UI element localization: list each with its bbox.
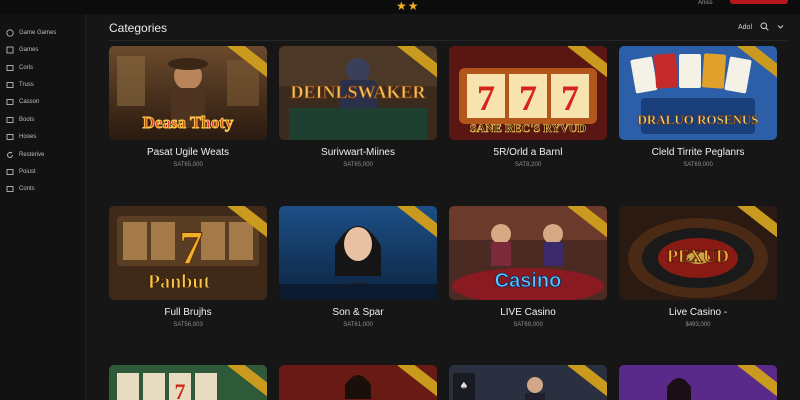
box-icon [6, 81, 14, 89]
page-title: Categories [109, 21, 168, 35]
game-card[interactable]: Son & Spar SAT61,000 [279, 206, 437, 328]
svg-text:7: 7 [175, 379, 186, 400]
sidebar-item-label: Resterive [19, 152, 45, 158]
box-icon [6, 64, 14, 72]
sidebar-item-corls[interactable]: Corls [6, 61, 33, 75]
game-thumbnail: Deasa Thoty [109, 46, 267, 140]
game-card[interactable] [619, 365, 777, 400]
sidebar-item-label: Conts [19, 186, 35, 192]
box-icon [6, 133, 14, 141]
sidebar-item-label: Casson [19, 99, 40, 105]
game-thumbnail [619, 365, 777, 400]
svg-text:7: 7 [519, 78, 537, 118]
game-card[interactable]: Deasa Thoty Pasat Ugile Weats SAT65,000 [109, 46, 267, 168]
game-price: $493,000 [685, 322, 711, 328]
game-card[interactable]: ♠ [449, 365, 607, 400]
game-price: SAT56,003 [173, 322, 203, 328]
svg-text:♠: ♠ [460, 381, 469, 392]
sidebar-item-conts[interactable]: Conts [6, 182, 35, 196]
sidebar-item-label: Boots [19, 117, 35, 123]
game-art-title: Casino [495, 270, 562, 292]
sidebar-item-label: Game Games [19, 30, 57, 36]
sidebar-item-truss[interactable]: Truss [6, 78, 34, 92]
game-price: SAT69,000 [513, 322, 543, 328]
game-thumbnail: Casino [449, 206, 607, 300]
sort-select-label: Adol [738, 24, 753, 31]
circle-check-icon [6, 29, 14, 37]
sidebar-item-casson[interactable]: Casson [6, 95, 39, 109]
game-title: Pasat Ugile Weats [146, 147, 230, 158]
account-link[interactable]: Aniss [698, 0, 713, 6]
box-icon [6, 168, 14, 176]
header-action-button[interactable] [730, 0, 788, 4]
sidebar-item-boots[interactable]: Boots [6, 113, 34, 127]
top-bar: ★★ Aniss [0, 0, 800, 14]
game-title: LIVE Casino [500, 307, 556, 318]
game-thumbnail: DRALUO ROSENUS [619, 46, 777, 140]
sidebar-item-label: Corls [19, 65, 34, 71]
game-card[interactable]: DEINLSWAKER Surivwart-Miines SAT65,000 [279, 46, 437, 168]
game-thumbnail: PEXUD [619, 206, 777, 300]
sidebar-item-game-games[interactable]: Game Games [6, 26, 56, 40]
chevron-down-icon[interactable] [777, 23, 784, 32]
game-title: Live Casino - [668, 307, 728, 318]
box-icon [6, 185, 14, 193]
box-icon [6, 98, 14, 106]
game-thumbnail [279, 365, 437, 400]
rating-stars-icon: ★★ [396, 0, 420, 13]
sidebar-item-label: Truss [19, 82, 34, 88]
game-title: Son & Spar [332, 307, 384, 318]
sidebar-item-label: Poiust [19, 169, 36, 175]
box-icon [6, 116, 14, 124]
game-thumbnail: 7 Panbut [109, 206, 267, 300]
game-price: SAT8,200 [514, 162, 542, 168]
sidebar-item-poiust[interactable]: Poiust [6, 165, 36, 179]
sort-select[interactable]: Adol [738, 24, 752, 31]
game-card[interactable]: PEXUD Live Casino - $493,000 [619, 206, 777, 328]
search-icon[interactable] [760, 22, 769, 33]
game-thumbnail: DEINLSWAKER [279, 46, 437, 140]
game-card[interactable] [279, 365, 437, 400]
game-title: Full Brujhs [164, 307, 212, 318]
svg-text:7: 7 [561, 78, 579, 118]
toolbar: Adol [738, 22, 784, 33]
game-price: SAT65,000 [173, 162, 203, 168]
sidebar-item-games[interactable]: Games [6, 43, 38, 57]
game-card[interactable]: 7 [109, 365, 267, 400]
svg-text:7: 7 [477, 78, 495, 118]
game-title: Surivwart-Miines [321, 147, 395, 158]
game-art-title: DRALUO ROSENUS [638, 112, 759, 127]
game-thumbnail [279, 206, 437, 300]
game-art-title: Panbut [148, 271, 211, 293]
game-thumbnail: 7 7 7 SANE REC'S RYVUD [449, 46, 607, 140]
game-title: 5R/Orld a Barnl [493, 147, 563, 158]
title-divider [109, 40, 787, 41]
game-title: Cleld Tirrite Peglanrs [651, 147, 745, 158]
game-art-title: PEXUD [667, 246, 729, 266]
sidebar-item-hooes[interactable]: Hooes [6, 130, 36, 144]
game-price: SAT61,000 [343, 322, 373, 328]
game-art-title: DEINLSWAKER [290, 82, 426, 102]
main-content: Categories Adol Deasa Thoty Pasat Ugile … [86, 14, 800, 400]
game-card[interactable]: 7 7 7 SANE REC'S RYVUD 5R/Orld a Barnl S… [449, 46, 607, 168]
game-card[interactable]: DRALUO ROSENUS Cleld Tirrite Peglanrs SA… [619, 46, 777, 168]
game-thumbnail: 7 [109, 365, 267, 400]
game-price: SAT69,000 [683, 162, 713, 168]
game-card[interactable]: 7 Panbut Full Brujhs SAT56,003 [109, 206, 267, 328]
game-thumbnail: ♠ [449, 365, 607, 400]
game-art-title: SANE REC'S RYVUD [470, 121, 587, 135]
sidebar-item-label: Hooes [19, 134, 37, 140]
sidebar: Game Games Games Corls Truss Casson Boot… [0, 14, 86, 400]
sidebar-item-label: Games [19, 47, 39, 53]
game-art-title: Deasa Thoty [143, 113, 234, 132]
grid-icon [6, 46, 14, 54]
game-price: SAT65,000 [343, 162, 373, 168]
sidebar-item-resterive[interactable]: Resterive [6, 148, 44, 162]
refresh-icon [6, 151, 14, 159]
game-card[interactable]: Casino LIVE Casino SAT69,000 [449, 206, 607, 328]
